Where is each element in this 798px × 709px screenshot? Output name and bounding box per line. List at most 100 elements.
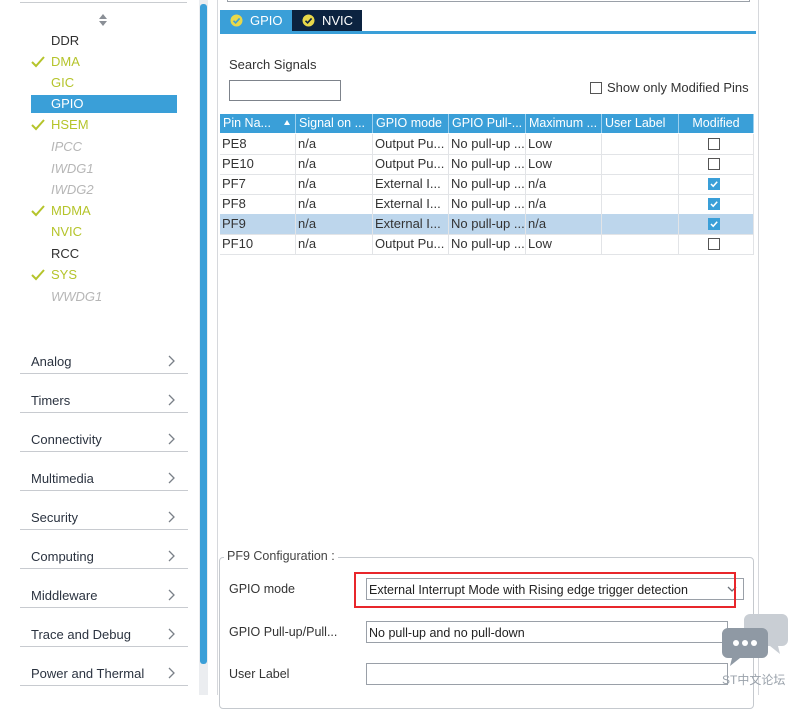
- cell-label: [602, 154, 679, 174]
- sidebar-top-divider: [20, 2, 187, 3]
- sidebar-item-hsem[interactable]: HSEM: [31, 116, 177, 134]
- sort-icon[interactable]: [97, 12, 109, 28]
- cell-mode: Output Pu...: [373, 154, 449, 174]
- column-header-label: GPIO Pull-...: [452, 116, 523, 130]
- cell-text: n/a: [298, 196, 317, 211]
- column-header-mode[interactable]: GPIO mode: [373, 114, 449, 133]
- gpio-pull-select[interactable]: No pull-up and no pull-down: [366, 621, 728, 643]
- modified-cell: [679, 174, 754, 194]
- sidebar-item-gpio[interactable]: GPIO: [31, 95, 177, 113]
- modified-checkbox[interactable]: [708, 178, 720, 190]
- cell-signal: n/a: [296, 134, 373, 154]
- category-multimedia[interactable]: Multimedia: [20, 462, 188, 491]
- modified-cell: [679, 194, 754, 214]
- cell-text: Output Pu...: [375, 156, 445, 171]
- category-timers[interactable]: Timers: [20, 384, 188, 413]
- sidebar-item-sys[interactable]: SYS: [31, 266, 177, 284]
- cell-text: Output Pu...: [375, 136, 445, 151]
- column-header-signal[interactable]: Signal on ...: [296, 114, 373, 133]
- sidebar-item-label: HSEM: [51, 117, 89, 132]
- chevron-right-icon: [168, 433, 175, 445]
- cell-text: External I...: [375, 176, 441, 191]
- cell-mode: External I...: [373, 194, 449, 214]
- category-label: Security: [31, 510, 78, 525]
- sidebar-item-gic[interactable]: GIC: [31, 74, 177, 92]
- pin-configuration-title: PF9 Configuration :: [224, 549, 338, 563]
- check-icon: [31, 56, 45, 68]
- user-label-input[interactable]: [366, 663, 728, 685]
- table-row[interactable]: PF8 n/a External I... No pull-up ... n/a: [220, 194, 754, 215]
- sidebar-item-ipcc[interactable]: IPCC: [31, 138, 177, 156]
- cell-text: PF10: [222, 236, 254, 251]
- column-header-label: User Label: [605, 116, 666, 130]
- sidebar-item-label: WWDG1: [51, 289, 103, 304]
- cell-text: PF7: [222, 176, 246, 191]
- column-header-pull[interactable]: GPIO Pull-...: [449, 114, 526, 133]
- category-trace-and-debug[interactable]: Trace and Debug: [20, 618, 188, 647]
- cell-signal: n/a: [296, 194, 373, 214]
- sidebar-scrollbar[interactable]: [199, 0, 208, 695]
- table-row[interactable]: PF7 n/a External I... No pull-up ... n/a: [220, 174, 754, 195]
- cell-pull: No pull-up ...: [449, 134, 526, 154]
- cell-text: PE8: [222, 136, 247, 151]
- search-signals-label: Search Signals: [229, 57, 317, 72]
- column-header-pin[interactable]: Pin Na...: [220, 114, 296, 133]
- tab-nvic[interactable]: NVIC: [292, 10, 362, 31]
- gpio-mode-highlight: [354, 572, 736, 608]
- sidebar-item-label: MDMA: [51, 203, 91, 218]
- mode-box-bottom-edge: [227, 0, 750, 2]
- cell-text: No pull-up ...: [451, 136, 525, 151]
- cell-signal: n/a: [296, 214, 373, 234]
- table-row[interactable]: PE10 n/a Output Pu... No pull-up ... Low: [220, 154, 754, 175]
- sidebar-item-nvic[interactable]: NVIC: [31, 223, 177, 241]
- cell-label: [602, 134, 679, 154]
- sidebar-item-iwdg1[interactable]: IWDG1: [31, 160, 177, 178]
- sidebar-item-mdma[interactable]: MDMA: [31, 202, 177, 220]
- show-only-modified-label: Show only Modified Pins: [607, 80, 749, 95]
- modified-cell: [679, 214, 754, 234]
- table-row[interactable]: PE8 n/a Output Pu... No pull-up ... Low: [220, 134, 754, 155]
- modified-checkbox[interactable]: [708, 238, 720, 250]
- search-signals-input[interactable]: [229, 80, 341, 101]
- modified-checkbox[interactable]: [708, 138, 720, 150]
- modified-checkbox[interactable]: [708, 198, 720, 210]
- column-header-label[interactable]: User Label: [602, 114, 679, 133]
- sidebar-item-label: IPCC: [51, 139, 83, 154]
- category-power-and-thermal[interactable]: Power and Thermal: [20, 657, 188, 686]
- gpio-pull-label: GPIO Pull-up/Pull...: [229, 625, 338, 639]
- cell-text: n/a: [298, 136, 317, 151]
- table-row[interactable]: PF9 n/a External I... No pull-up ... n/a: [220, 214, 754, 235]
- category-analog[interactable]: Analog: [20, 345, 188, 374]
- cell-pull: No pull-up ...: [449, 194, 526, 214]
- sidebar-item-iwdg2[interactable]: IWDG2: [31, 181, 177, 199]
- cell-signal: n/a: [296, 154, 373, 174]
- cell-text: No pull-up ...: [451, 196, 525, 211]
- chevron-right-icon: [168, 589, 175, 601]
- column-header-speed[interactable]: Maximum ...: [526, 114, 602, 133]
- category-computing[interactable]: Computing: [20, 540, 188, 569]
- column-header-modified[interactable]: Modified: [679, 114, 754, 133]
- check-icon: [31, 119, 45, 131]
- category-middleware[interactable]: Middleware: [20, 579, 188, 608]
- tab-gpio[interactable]: GPIO: [220, 10, 292, 31]
- sidebar-item-ddr[interactable]: DDR: [31, 32, 177, 50]
- cell-speed: Low: [526, 154, 602, 174]
- modified-checkbox[interactable]: [708, 218, 720, 230]
- table-row[interactable]: PF10 n/a Output Pu... No pull-up ... Low: [220, 234, 754, 255]
- cell-label: [602, 174, 679, 194]
- sidebar-item-rcc[interactable]: RCC: [31, 245, 177, 263]
- sidebar-item-dma[interactable]: DMA: [31, 53, 177, 71]
- cell-text: No pull-up ...: [451, 176, 525, 191]
- modified-cell: [679, 154, 754, 174]
- cell-pull: No pull-up ...: [449, 154, 526, 174]
- user-label-label: User Label: [229, 667, 290, 681]
- sidebar-item-label: IWDG1: [51, 161, 94, 176]
- category-label: Trace and Debug: [31, 627, 131, 642]
- show-only-modified-checkbox[interactable]: [590, 82, 602, 94]
- category-connectivity[interactable]: Connectivity: [20, 423, 188, 452]
- category-security[interactable]: Security: [20, 501, 188, 530]
- modified-checkbox[interactable]: [708, 158, 720, 170]
- sidebar-item-wwdg1[interactable]: WWDG1: [31, 288, 177, 306]
- cell-pin: PF7: [220, 174, 296, 194]
- sidebar-scrollbar-thumb[interactable]: [200, 4, 207, 664]
